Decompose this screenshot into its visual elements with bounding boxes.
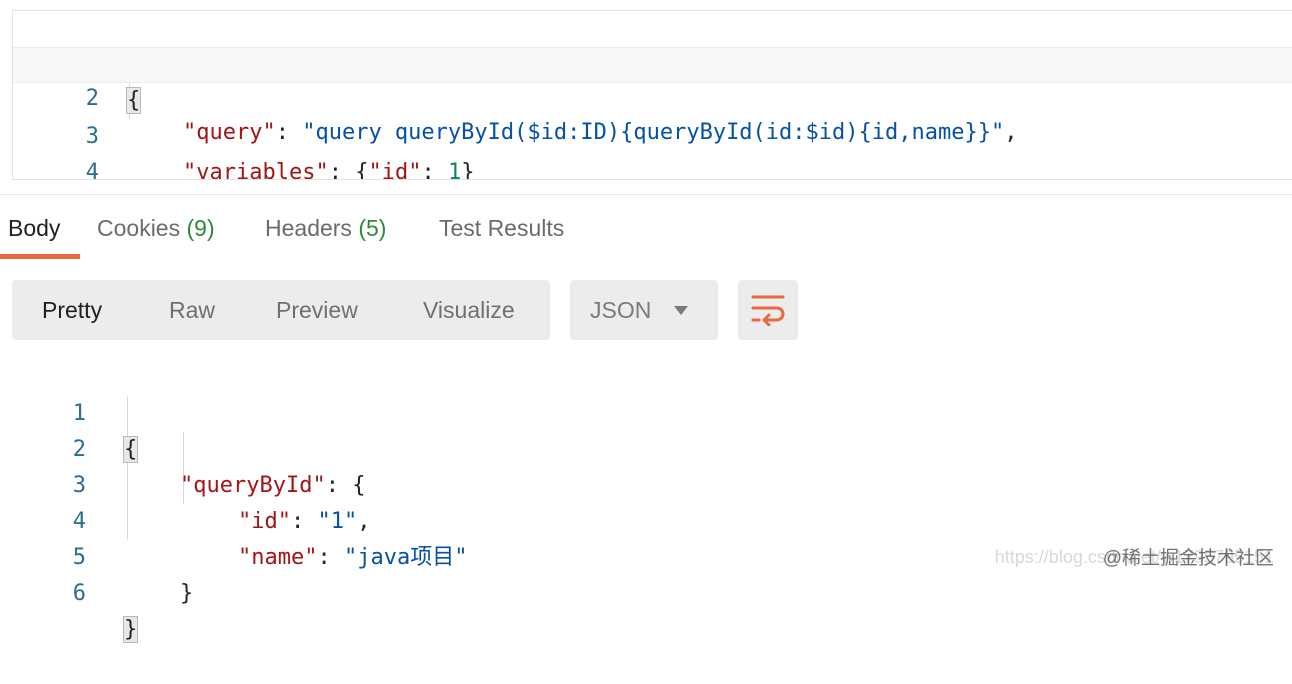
tab-label: Test Results xyxy=(439,215,565,241)
response-line-3: 3 "id": "1", xyxy=(0,432,1292,534)
tab-count: (9) xyxy=(186,215,215,241)
view-mode-selector: Pretty Raw Preview Visualize xyxy=(12,280,550,340)
tab-headers[interactable]: Headers (5) xyxy=(265,206,386,258)
watermark: @稀土掘金技术社区 xyxy=(1102,548,1274,569)
response-line-4: 4 "name": "java项目" xyxy=(0,468,1292,570)
view-visualize-button[interactable]: Visualize xyxy=(423,280,515,340)
request-line-5[interactable]: 5 xyxy=(13,155,1292,179)
tab-cookies[interactable]: Cookies (9) xyxy=(97,206,215,258)
tab-test-results[interactable]: Test Results xyxy=(439,206,564,258)
request-line-4[interactable]: 4 } xyxy=(13,119,1292,179)
wrap-lines-icon xyxy=(751,295,785,326)
view-preview-button[interactable]: Preview xyxy=(276,280,358,340)
tab-label: Cookies xyxy=(97,215,181,241)
pane-divider[interactable] xyxy=(0,194,1292,195)
tab-body[interactable]: Body xyxy=(8,206,60,258)
format-select[interactable]: JSON xyxy=(570,280,718,340)
wrap-lines-button[interactable] xyxy=(738,280,798,340)
request-line-1[interactable]: 1 { xyxy=(13,11,1292,114)
request-line-3[interactable]: 3 "variables": {"id": 1} xyxy=(13,83,1292,179)
tab-label: Headers xyxy=(265,215,352,241)
line-number: 6 xyxy=(72,581,86,606)
response-line-5: 5 } xyxy=(0,504,1292,606)
response-body-viewer[interactable]: 1 { 2 "queryById": { 3 "id": "1", 4 "nam… xyxy=(0,360,1292,643)
request-body-editor[interactable]: 1 { 2 "query": "query queryById($id:ID){… xyxy=(12,10,1292,180)
caret-down-icon xyxy=(674,306,688,315)
close-brace: } xyxy=(180,581,194,606)
view-raw-button[interactable]: Raw xyxy=(169,280,215,340)
tab-count: (5) xyxy=(358,215,387,241)
close-brace: } xyxy=(122,616,139,643)
request-line-2[interactable]: 2 "query": "query queryById($id:ID){quer… xyxy=(13,47,1292,145)
tab-label: Body xyxy=(8,215,61,241)
view-pretty-button[interactable]: Pretty xyxy=(42,280,102,340)
active-tab-indicator xyxy=(0,254,80,259)
response-line-1: 1 { xyxy=(0,360,1292,463)
format-select-value: JSON xyxy=(590,297,652,323)
response-line-2: 2 "queryById": { xyxy=(0,396,1292,498)
